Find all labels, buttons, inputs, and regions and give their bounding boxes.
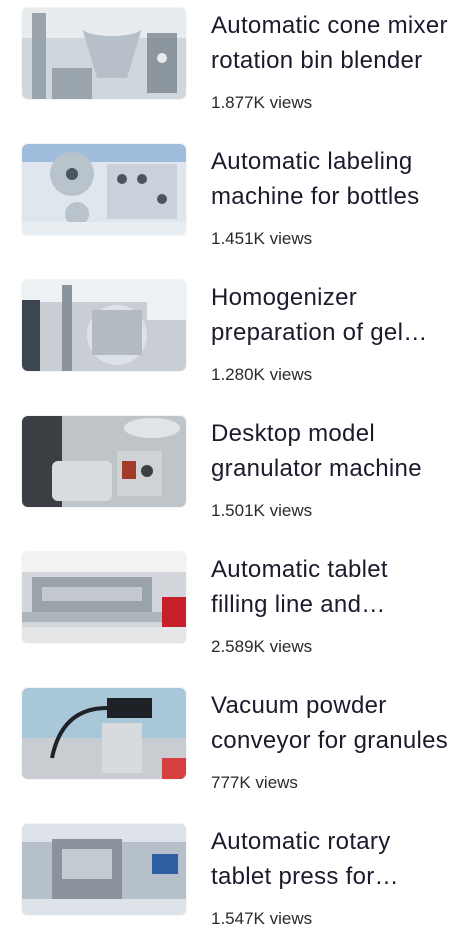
video-thumbnail[interactable] <box>22 280 186 371</box>
view-count: 1.501K views <box>211 501 313 520</box>
cone-mixer-thumbnail <box>22 8 186 99</box>
video-title[interactable]: Desktop model granulator machine <box>211 416 451 486</box>
video-thumbnail[interactable] <box>22 688 186 779</box>
video-item[interactable]: Automatic tablet filling line and cappin… <box>0 544 463 674</box>
video-title[interactable]: Homogenizer preparation of gel cream <box>211 280 451 350</box>
video-thumbnail[interactable] <box>22 144 186 235</box>
video-thumbnail[interactable] <box>22 8 186 99</box>
video-item[interactable]: Automatic labeling machine for bottles 1… <box>0 136 463 266</box>
view-count: 1.877K views <box>211 93 313 112</box>
video-title[interactable]: Vacuum powder conveyor for granules <box>211 688 451 758</box>
video-thumbnail[interactable] <box>22 416 186 507</box>
view-count: 2.589K views <box>211 637 313 656</box>
video-item[interactable]: Homogenizer preparation of gel cream 1.2… <box>0 272 463 402</box>
view-count: 1.280K views <box>211 365 313 384</box>
labeling-machine-thumbnail <box>22 144 186 235</box>
video-item[interactable]: Automatic cone mixer rotation bin blende… <box>0 0 463 130</box>
tablet-filling-line-thumbnail <box>22 552 186 643</box>
video-title[interactable]: Automatic rotary tablet press for pharma… <box>211 824 451 894</box>
video-thumbnail[interactable] <box>22 552 186 643</box>
homogenizer-thumbnail <box>22 280 186 371</box>
granulator-thumbnail <box>22 416 186 507</box>
rotary-tablet-press-thumbnail <box>22 824 186 915</box>
view-count: 777K views <box>211 773 298 792</box>
video-title[interactable]: Automatic tablet filling line and cappin… <box>211 552 451 622</box>
video-title[interactable]: Automatic cone mixer rotation bin blende… <box>211 8 451 78</box>
view-count: 1.451K views <box>211 229 313 248</box>
video-item[interactable]: Desktop model granulator machine 1.501K … <box>0 408 463 538</box>
video-title[interactable]: Automatic labeling machine for bottles <box>211 144 451 214</box>
video-item[interactable]: Vacuum powder conveyor for granules 777K… <box>0 680 463 810</box>
video-thumbnail[interactable] <box>22 824 186 915</box>
vacuum-conveyor-thumbnail <box>22 688 186 779</box>
